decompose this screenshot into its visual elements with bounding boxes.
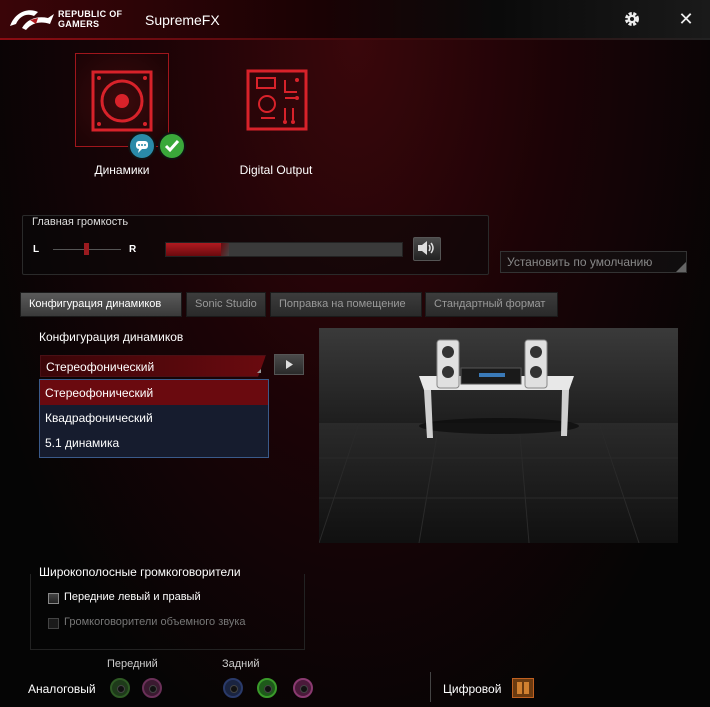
rear-jack-green[interactable] [257, 678, 277, 698]
device-digital-label: Digital Output [239, 163, 313, 177]
gear-icon [625, 12, 639, 26]
circuit-board-icon [246, 69, 308, 131]
rog-logo-icon [10, 10, 54, 30]
close-icon: ✕ [678, 9, 694, 29]
speaker-preview-image [319, 328, 678, 543]
speaker-icon [91, 70, 153, 132]
rear-jack-blue[interactable] [223, 678, 243, 698]
option-5-1[interactable]: 5.1 динамика [40, 430, 268, 455]
front-jack-green[interactable] [110, 678, 130, 698]
tab-speaker-config[interactable]: Конфигурация динамиков [20, 292, 182, 317]
surround-label: Громкоговорители объемного звука [64, 616, 246, 628]
master-volume-title: Главная громкость [32, 216, 129, 228]
option-quadraphonic[interactable]: Квадрафонический [40, 405, 268, 430]
master-volume-panel: Главная громкость L R [22, 215, 489, 275]
chat-bubble-icon [128, 132, 156, 160]
speaker-config-options: Стереофонический Квадрафонический 5.1 ди… [39, 379, 269, 458]
tab-sonic-studio[interactable]: Sonic Studio [186, 292, 266, 317]
mute-button[interactable] [413, 237, 441, 261]
digital-label: Цифровой [443, 682, 502, 696]
front-lr-label: Передние левый и правый [64, 591, 201, 603]
device-digital-output[interactable]: Digital Output [229, 53, 323, 177]
speaker-config-label: Конфигурация динамиков [39, 330, 184, 344]
title-bar: REPUBLIC OF GAMERS SupremeFX ✕ [0, 0, 710, 40]
balance-slider-thumb[interactable] [84, 243, 89, 255]
set-default-button[interactable]: Установить по умолчанию [500, 251, 687, 273]
brand-line-1: REPUBLIC OF [58, 9, 123, 19]
brand-text: REPUBLIC OF GAMERS [58, 9, 122, 29]
close-button[interactable]: ✕ [676, 9, 696, 29]
speaker-stand-illustration [319, 328, 678, 543]
bottom-divider [430, 672, 431, 702]
surround-checkbox [48, 618, 59, 629]
spdif-port-icon [517, 682, 529, 694]
tab-room-correction[interactable]: Поправка на помещение [270, 292, 422, 317]
rear-jacks-label: Задний [222, 658, 260, 670]
front-lr-checkbox[interactable] [48, 593, 59, 604]
front-jack-pink[interactable] [142, 678, 162, 698]
device-speakers[interactable]: Динамики [75, 53, 186, 177]
front-jacks-label: Передний [107, 658, 158, 670]
dropdown-arrow-icon [257, 369, 261, 373]
option-stereo[interactable]: Стереофонический [40, 380, 268, 405]
brand-line-2: GAMERS [58, 19, 100, 29]
balance-left-label: L [33, 244, 40, 255]
main-area: Динамики Digital Output Главная громкост… [0, 40, 710, 707]
device-digital-box [229, 53, 323, 147]
wideband-panel [30, 574, 305, 650]
digital-jack[interactable] [512, 678, 534, 698]
tab-default-format[interactable]: Стандартный формат [425, 292, 558, 317]
settings-button[interactable] [622, 9, 642, 29]
play-icon [286, 360, 293, 369]
speaker-config-panel: Конфигурация динамиков Стереофонический … [20, 317, 690, 707]
checkmark-icon [158, 132, 186, 160]
speaker-config-dropdown[interactable]: Стереофонический [40, 355, 266, 377]
corner-arrow-icon [676, 262, 686, 272]
wideband-title: Широкополосные громкоговорители [39, 565, 241, 579]
master-volume-slider[interactable] [165, 242, 403, 257]
device-speakers-label: Динамики [94, 163, 150, 177]
speaker-volume-icon [418, 241, 434, 255]
analog-label: Аналоговый [28, 682, 96, 696]
play-test-button[interactable] [274, 354, 304, 375]
master-volume-fill [166, 243, 229, 256]
rear-jack-pink[interactable] [293, 678, 313, 698]
device-speakers-box [75, 53, 186, 160]
balance-right-label: R [129, 244, 137, 255]
app-title: SupremeFX [145, 12, 220, 28]
